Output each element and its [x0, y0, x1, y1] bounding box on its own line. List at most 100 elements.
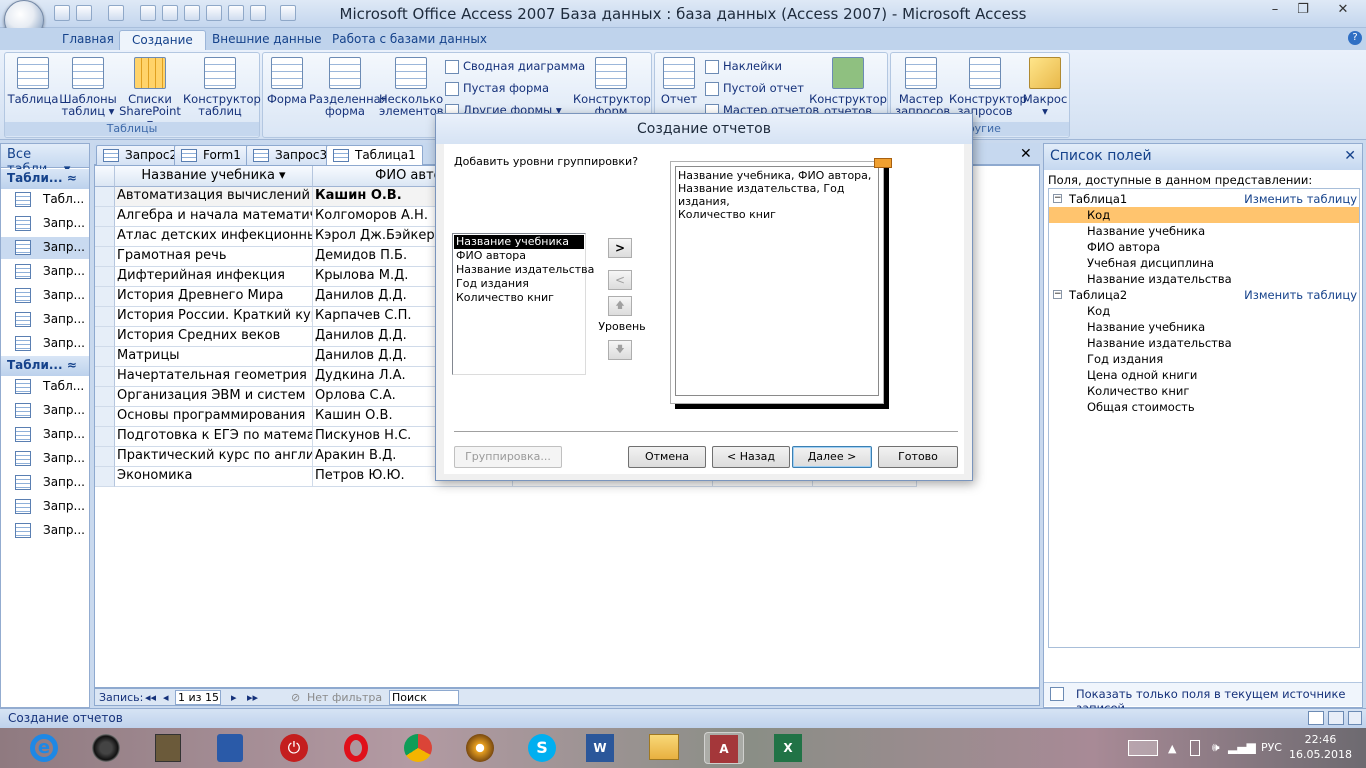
field-item[interactable]: Название учебника — [1049, 223, 1359, 239]
internet-explorer-icon[interactable]: e — [24, 732, 64, 764]
pivot-chart-button[interactable]: Сводная диаграмма — [445, 57, 585, 75]
nav-item[interactable]: Запр... — [1, 496, 89, 518]
report-button[interactable]: Отчет — [657, 57, 701, 105]
record-selector[interactable] — [95, 447, 115, 467]
record-selector[interactable] — [95, 307, 115, 327]
doc-tab-form1[interactable]: Form1 — [174, 145, 248, 165]
field-item[interactable]: Название учебника — [1049, 319, 1359, 335]
nav-item-selected[interactable]: Запр... — [1, 237, 89, 259]
qat-chart-icon[interactable] — [280, 5, 296, 21]
qat-table-icon[interactable] — [140, 5, 156, 21]
collapse-icon[interactable]: − — [1053, 194, 1062, 203]
help-icon[interactable]: ? — [1348, 31, 1362, 45]
record-selector[interactable] — [95, 327, 115, 347]
level-down-button[interactable]: 🡇 — [608, 340, 632, 360]
cell-title[interactable]: Экономика — [115, 467, 313, 487]
record-selector[interactable] — [95, 347, 115, 367]
nav-pane-header[interactable]: Все табли... ▾ — [1, 144, 89, 177]
field-list-table[interactable]: − Таблица1 Изменить таблицу — [1049, 191, 1359, 207]
field-list-table[interactable]: − Таблица2 Изменить таблицу — [1049, 287, 1359, 303]
excel-icon[interactable]: X — [768, 732, 808, 764]
word-icon[interactable]: W — [580, 732, 620, 764]
field-item[interactable]: Год издания — [1049, 351, 1359, 367]
cell-title[interactable]: История Древнего Мира — [115, 287, 313, 307]
edit-table-link[interactable]: Изменить таблицу — [1244, 191, 1357, 207]
level-up-button[interactable]: 🡅 — [608, 296, 632, 316]
restore-button[interactable]: ❐ — [1290, 2, 1316, 22]
save-icon[interactable] — [54, 5, 70, 21]
record-selector[interactable] — [95, 187, 115, 207]
labels-button[interactable]: Наклейки — [705, 57, 782, 75]
report-designer-button[interactable]: Конструктор отчетов — [809, 57, 887, 117]
cell-title[interactable]: Начертательная геометрия — [115, 367, 313, 387]
blank-report-button[interactable]: Пустой отчет — [705, 79, 804, 97]
field-item[interactable]: Код — [1049, 303, 1359, 319]
field-item[interactable]: ФИО автора — [1049, 239, 1359, 255]
design-view-icon[interactable] — [1348, 711, 1362, 725]
next-record-button[interactable]: ▸ — [231, 691, 237, 704]
close-icon[interactable]: ✕ — [1344, 148, 1356, 164]
query-designer-button[interactable]: Конструктор запросов — [949, 57, 1027, 117]
field-item[interactable]: Название издательства — [1049, 335, 1359, 351]
power-icon[interactable]: ⏻ — [274, 732, 314, 764]
doc-viewer-icon[interactable] — [148, 732, 188, 764]
media-icon[interactable] — [460, 732, 500, 764]
field-item[interactable]: Название издательства — [1049, 271, 1359, 287]
list-item[interactable]: Название учебника — [453, 234, 585, 250]
edit-table-link[interactable]: Изменить таблицу — [1244, 287, 1357, 303]
blank-form-button[interactable]: Пустая форма — [445, 79, 549, 97]
skype-icon[interactable]: S — [522, 732, 562, 764]
record-number-input[interactable]: 1 из 15 — [175, 690, 221, 705]
tab-external-data[interactable]: Внешние данные — [200, 30, 333, 50]
show-current-source-only-link[interactable]: Показать только поля в текущем источнике… — [1044, 682, 1362, 715]
nav-item[interactable]: Запр... — [1, 424, 89, 446]
cancel-button[interactable]: Отмена — [628, 446, 706, 468]
speaker-tray-icon[interactable]: 🕪 — [1212, 740, 1220, 755]
record-selector[interactable] — [95, 247, 115, 267]
cell-title[interactable]: Автоматизация вычислений — [115, 187, 313, 207]
no-filter-button[interactable]: Нет фильтра — [307, 691, 382, 704]
back-button[interactable]: < Назад — [712, 446, 790, 468]
pivot-view-icon[interactable] — [1328, 711, 1344, 725]
nav-item[interactable]: Запр... — [1, 285, 89, 307]
nav-item[interactable]: Запр... — [1, 520, 89, 542]
clock[interactable]: 22:46 16.05.2018 — [1289, 732, 1352, 762]
field-item[interactable]: Общая стоимость — [1049, 399, 1359, 415]
qat-query-icon[interactable] — [228, 5, 244, 21]
record-selector[interactable] — [95, 467, 115, 487]
cell-title[interactable]: История Средних веков — [115, 327, 313, 347]
doc-tab-query3[interactable]: Запрос3 — [246, 145, 335, 165]
settings-app-icon[interactable] — [210, 732, 250, 764]
tab-home[interactable]: Главная — [50, 30, 126, 50]
grouping-options-button[interactable]: Группировка... — [454, 446, 562, 468]
first-record-button[interactable]: ◂◂ — [145, 691, 156, 704]
cell-title[interactable]: Практический курс по английс — [115, 447, 313, 467]
nav-item[interactable]: Запр... — [1, 472, 89, 494]
finish-button[interactable]: Готово — [878, 446, 958, 468]
list-item[interactable]: Количество книг — [454, 291, 584, 305]
cell-title[interactable]: Матрицы — [115, 347, 313, 367]
record-selector[interactable] — [95, 427, 115, 447]
undo-icon[interactable] — [76, 5, 92, 21]
add-level-button[interactable]: > — [608, 238, 632, 258]
access-icon[interactable]: A — [704, 732, 744, 764]
next-button[interactable]: Далее > — [792, 446, 872, 468]
nav-item[interactable]: Запр... — [1, 448, 89, 470]
record-selector[interactable] — [95, 267, 115, 287]
nav-item[interactable]: Запр... — [1, 213, 89, 235]
record-selector[interactable] — [95, 387, 115, 407]
doc-tab-query2[interactable]: Запрос2 — [96, 145, 185, 165]
macro-button[interactable]: Макрос ▾ — [1021, 57, 1069, 117]
cell-title[interactable]: Алгебра и начала математичес — [115, 207, 313, 227]
search-input[interactable]: Поиск — [389, 690, 459, 705]
redo-icon[interactable] — [108, 5, 124, 21]
list-item[interactable]: Название издательства — [454, 263, 594, 277]
table-templates-button[interactable]: Шаблоны таблиц ▾ — [57, 57, 119, 117]
qat-report-icon[interactable] — [184, 5, 200, 21]
split-form-button[interactable]: Разделенная форма — [309, 57, 388, 117]
column-header-title[interactable]: Название учебника ▾ — [115, 166, 313, 187]
language-indicator[interactable]: РУС — [1261, 741, 1282, 754]
nav-item[interactable]: Запр... — [1, 309, 89, 331]
close-document-icon[interactable]: ✕ — [1020, 146, 1032, 162]
network-icon[interactable]: ▂▄▆ — [1228, 740, 1256, 754]
